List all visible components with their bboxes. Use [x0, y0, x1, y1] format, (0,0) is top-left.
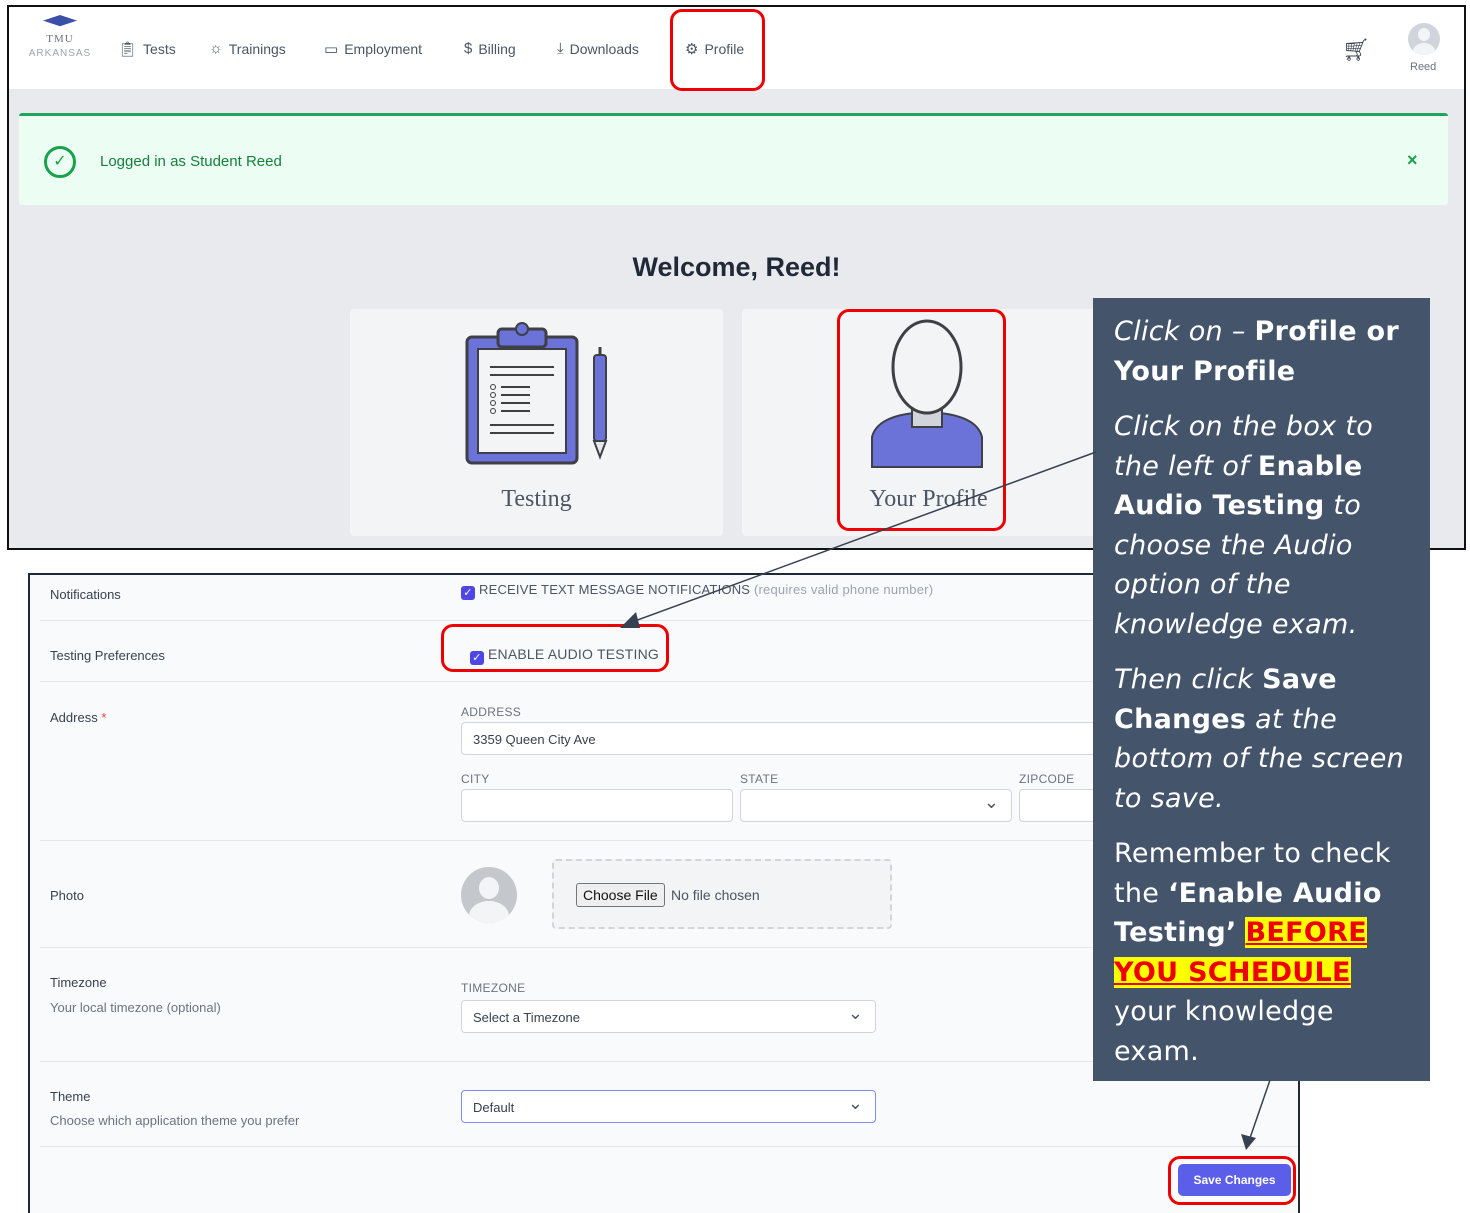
zipcode-label: ZIPCODE — [1019, 772, 1075, 786]
callout-step-2: Click on the box to the left of Enable A… — [1114, 407, 1412, 644]
option-label: RECEIVE TEXT MESSAGE NOTIFICATIONS — [479, 582, 751, 597]
state-label: STATE — [740, 772, 779, 786]
photo-label: Photo — [50, 888, 84, 903]
instruction-callout: Click on – Profile or Your Profile Click… — [1093, 298, 1430, 1081]
nav-tests[interactable]: 📋︎ Tests — [118, 40, 176, 58]
nav-employment[interactable]: ▭ Employment — [324, 40, 422, 58]
testing-preferences-label: Testing Preferences — [50, 648, 165, 663]
welcome-heading: Welcome, Reed! — [632, 252, 841, 282]
alert-text: Logged in as Student Reed — [100, 153, 282, 170]
nav-label: Employment — [344, 41, 422, 57]
cart-icon[interactable]: 🛒︎ — [1342, 37, 1370, 63]
nav-downloads[interactable]: ⤓ Downloads — [557, 40, 639, 57]
timezone-field-label: TIMEZONE — [461, 981, 526, 995]
theme-select[interactable]: Default — [461, 1090, 876, 1123]
briefcase-icon: ▭ — [324, 41, 339, 58]
text-notifications-option[interactable]: ✓ RECEIVE TEXT MESSAGE NOTIFICATIONS (req… — [461, 582, 933, 600]
callout-step-1: Click on – Profile or Your Profile — [1114, 312, 1412, 391]
nav-label: Tests — [143, 41, 176, 57]
callout-text: Then click — [1114, 664, 1263, 695]
address-label: Address * — [50, 710, 106, 725]
logo-line2: ARKANSAS — [28, 48, 92, 59]
callout-step-3: Then click Save Changes at the bottom of… — [1114, 660, 1412, 818]
option-hint: (requires valid phone number) — [754, 582, 934, 597]
your-profile-highlight — [837, 309, 1006, 531]
nav-billing[interactable]: $ Billing — [464, 40, 516, 57]
dollar-icon: $ — [464, 40, 473, 57]
clipboard-icon: 📋︎ — [118, 41, 138, 58]
theme-label: Theme — [50, 1089, 91, 1104]
notifications-label: Notifications — [50, 587, 121, 602]
callout-reminder: Remember to check the ‘Enable Audio Test… — [1114, 834, 1412, 1071]
state-select[interactable] — [740, 789, 1012, 822]
testing-card-label: Testing — [501, 486, 572, 512]
success-alert: ✓ Logged in as Student Reed × — [19, 113, 1448, 205]
download-icon: ⤓ — [557, 40, 564, 57]
theme-sub: Choose which application theme you prefe… — [50, 1113, 300, 1128]
callout-text: your knowledge exam. — [1114, 996, 1334, 1067]
address-field-label: ADDRESS — [461, 705, 522, 719]
choose-file-button[interactable]: Choose File — [576, 883, 665, 907]
save-changes-highlight — [1168, 1156, 1296, 1205]
city-label: CITY — [461, 772, 490, 786]
file-status: No file chosen — [671, 887, 760, 903]
nav-label: Trainings — [228, 40, 286, 57]
logo-line1: TMU — [46, 33, 74, 45]
city-input[interactable] — [461, 789, 733, 822]
address-label-text: Address — [50, 710, 98, 725]
photo-avatar — [461, 867, 517, 923]
user-avatar[interactable] — [1408, 23, 1440, 55]
audio-testing-highlight — [441, 624, 669, 672]
callout-text: Click on – — [1114, 316, 1255, 347]
nav-label: Billing — [478, 40, 516, 57]
timezone-label: Timezone — [50, 975, 107, 990]
timezone-sub: Your local timezone (optional) — [50, 1000, 221, 1015]
checkbox-checked-icon[interactable]: ✓ — [461, 586, 475, 600]
required-marker: * — [101, 710, 107, 725]
clipboard-illustration-icon — [465, 322, 608, 465]
testing-card[interactable]: Testing — [350, 309, 723, 536]
photo-dropzone[interactable]: Choose File No file chosen — [552, 859, 892, 929]
graduation-cap-icon — [43, 15, 77, 27]
user-name: Reed — [1410, 61, 1437, 73]
close-icon[interactable]: × — [1407, 150, 1418, 171]
nav-trainings[interactable]: ☼ Trainings — [209, 40, 286, 57]
lightbulb-icon: ☼ — [209, 40, 223, 57]
check-circle-icon: ✓ — [44, 146, 76, 178]
nav-label: Downloads — [569, 40, 639, 57]
timezone-select[interactable]: Select a Timezone — [461, 1000, 876, 1033]
logo[interactable]: TMU ARKANSAS — [21, 15, 99, 75]
profile-nav-highlight — [670, 9, 765, 91]
